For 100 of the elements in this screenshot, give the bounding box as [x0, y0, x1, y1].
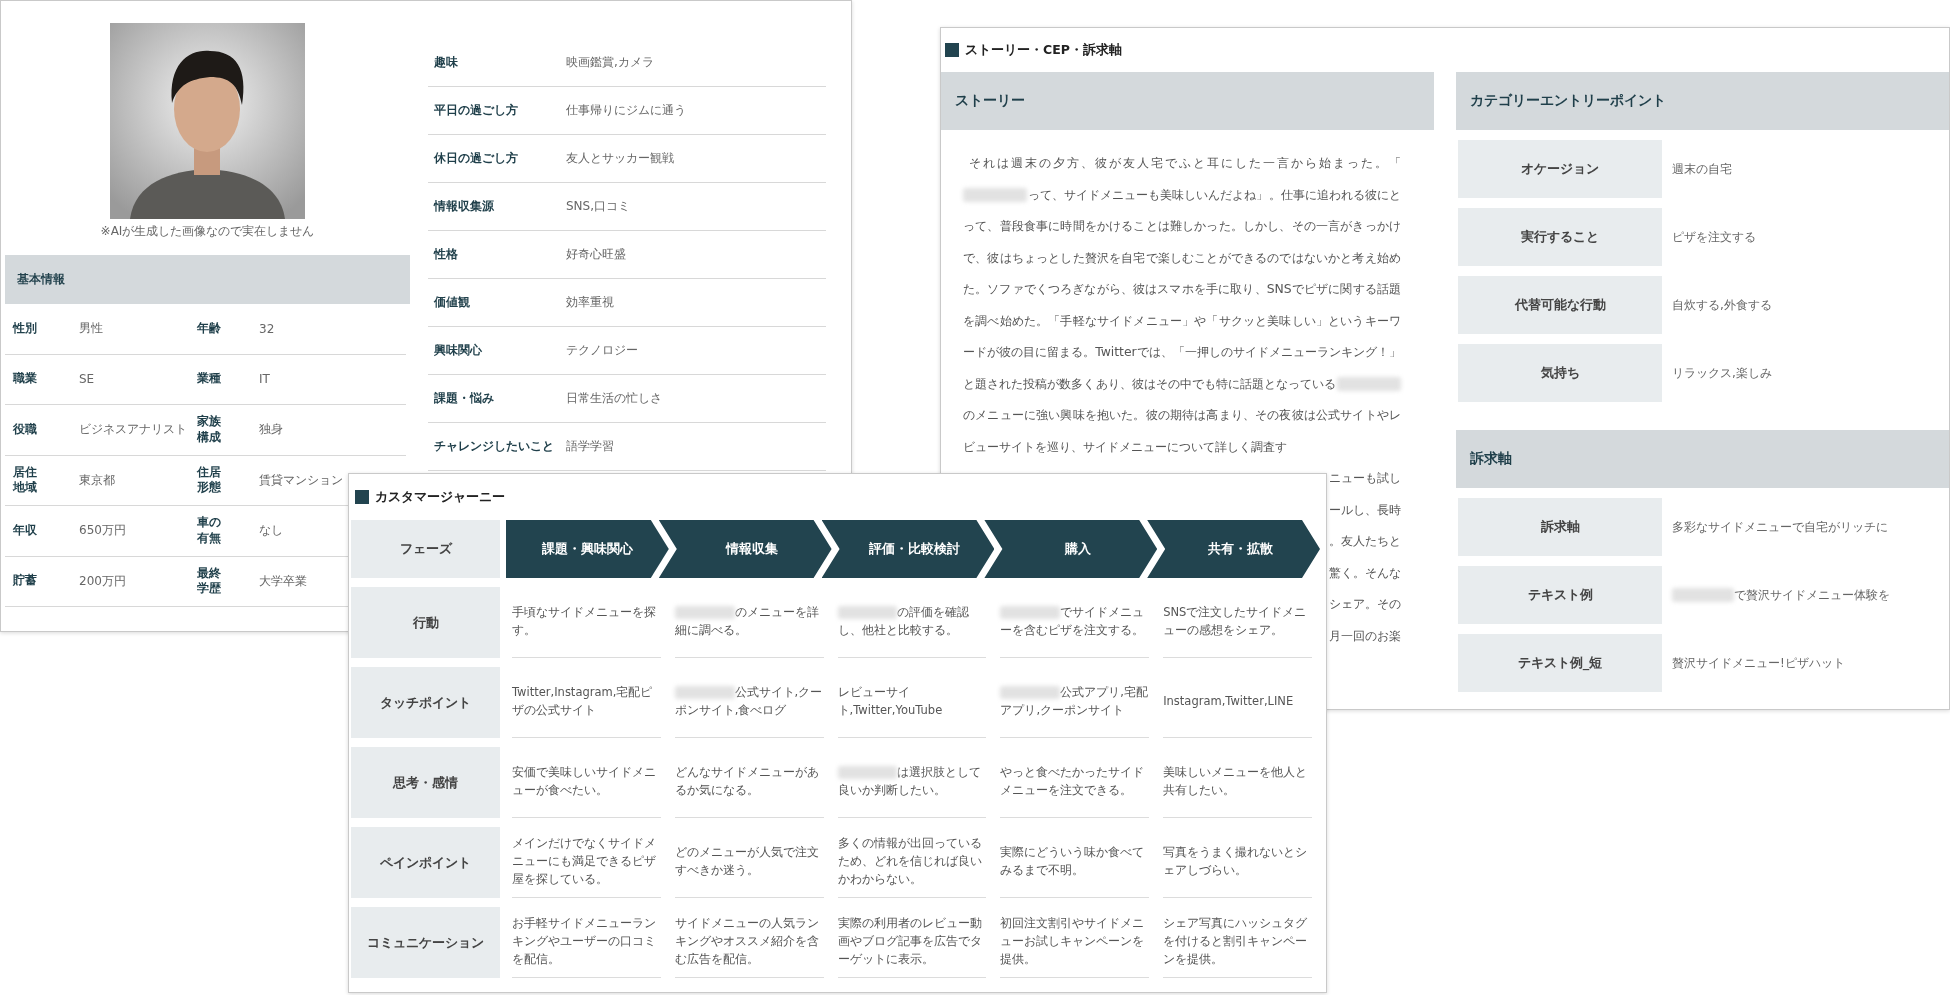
row-value: 週末の自宅 [1672, 160, 1732, 178]
row-label: フェーズ [351, 520, 500, 578]
table-cell-text: の評価を確認し、他社と比較する。 [837, 604, 971, 639]
field-value: 独身 [259, 421, 284, 439]
field-label: 性別 [13, 320, 38, 337]
phase-step: 購入 [984, 520, 1158, 578]
field-label: 家族構成 [197, 414, 222, 446]
field-label: 職業 [13, 371, 38, 388]
story-text-fragment: シェア。その [1329, 596, 1401, 611]
field-label: 居住地域 [13, 464, 38, 496]
field-value: SNS,口コミ [566, 198, 632, 215]
row-label: テキスト例 [1458, 566, 1662, 624]
field-label: 趣味 [434, 54, 459, 71]
row-label: テキスト例_短 [1458, 634, 1662, 692]
row-value: 多彩なサイドメニューで自宅がリッチに [1672, 518, 1888, 536]
table-cell-text: 安価で美味しいサイドメニューが食べたい。 [512, 764, 657, 799]
field-label: 課題・悩み [434, 390, 495, 407]
row-label: オケージョン [1458, 140, 1662, 198]
row-label: コミュニケーション [351, 907, 500, 978]
field-value: 男性 [79, 320, 104, 338]
field-label: チャレンジしたいこと [434, 438, 555, 455]
table-cell-text: 写真をうまく撮れないとシェアしづらい。 [1163, 844, 1309, 879]
field-value: 200万円 [79, 572, 127, 590]
table-cell-text: 美味しいメニューを他人と共有したい。 [1163, 764, 1309, 799]
section-title: 基本情報 [17, 272, 65, 287]
square-icon [355, 490, 369, 504]
row-label: 訴求軸 [1458, 498, 1662, 556]
field-label: 役職 [13, 421, 38, 438]
field-value: 効率重視 [566, 294, 615, 311]
field-label: 車の有無 [197, 515, 222, 547]
row-label: 思考・感情 [351, 747, 500, 818]
table-cell-text: のメニューを詳細に調べる。 [674, 604, 820, 639]
phase-step: 共有・拡散 [1147, 520, 1320, 578]
row-label: 行動 [351, 587, 500, 658]
phase-step: 評価・比較検討 [821, 520, 995, 578]
field-label: 最終学歴 [197, 565, 222, 597]
table-cell-text: どんなサイドメニューがあるか気になる。 [674, 764, 820, 799]
row-value: で贅沢サイドメニュー体験を [1672, 586, 1891, 604]
row-value: ピザを注文する [1672, 228, 1756, 246]
section-title: カテゴリーエントリーポイント [1470, 92, 1666, 110]
row-label: タッチポイント [351, 667, 500, 738]
table-cell-text: どのメニューが人気で注文すべきか迷う。 [674, 844, 820, 879]
row-value: リラックス,楽しみ [1672, 364, 1772, 382]
row-label: ペインポイント [351, 827, 500, 898]
field-label: 年収 [13, 522, 38, 539]
table-cell: Instagram,Twitter,LINE [1163, 693, 1294, 711]
field-value: 大学卒業 [259, 572, 308, 590]
field-label: 業種 [197, 371, 222, 388]
table-cell-text: お手軽サイドメニューランキングやユーザーの口コミを配信。 [512, 915, 657, 968]
story-text-fragment: 驚く。そんな [1329, 564, 1401, 580]
table-cell-text: シェア写真にハッシュタグを付けると割引キャンペーンを提供。 [1163, 915, 1309, 968]
table-cell-text: 多くの情報が出回っているため、どれを信じれば良いかわからない。 [837, 835, 983, 888]
field-value: なし [259, 522, 284, 540]
table-cell-text: メインだけでなくサイドメニューにも満足できるピザ屋を探している。 [512, 835, 657, 888]
table-cell-text: 実際の利用者のレビュー動画やブログ記事を広告でターゲットに表示。 [837, 915, 983, 968]
table-cell-text: Twitter,Instagram,宅配ピザの公式サイト [512, 684, 654, 719]
table-cell-text: 初回注文割引やサイドメニューお試しキャンペーンを提供。 [1000, 915, 1146, 968]
field-label: 情報収集源 [434, 198, 495, 215]
field-value: 好奇心旺盛 [566, 246, 627, 263]
photo-caption: ※AIが生成した画像なので実在しません [99, 223, 316, 240]
story-paragraph: それは週末の夕方、彼が友人宅でふと耳にした一言から始まった。「 って、サイドメニューも美味しいんだよね」。仕事に追われる彼にとって、普段食事に時間をかけることは難しかった。しかし、その一言がきっかけで、彼はちょっとした贅沢を自宅で楽しむことができるのではないかと考え始めた。ソファでくつろぎながら、彼はスマホを手に取り、SNSでピザに関する話題を調べ始めた。「手軽なサイドメニュー」や「サクッと美味しい」というキーワードが彼の目に留まる。Twitterでは、「一押しのサイドメニューランキング！」と題された投稿が数多くあり、彼はその中でも特に話題となっている のメニューに強い興味を抱いた。彼の期待は高まり、その夜彼は公式サイトやレビューサイトを巡り、サイドメニューについて詳しく調査す [963, 154, 1401, 456]
table-cell-text: やっと食べたかったサイドメニューを注文できる。 [1000, 764, 1146, 799]
table-cell-text: 手頃なサイドメニューを探す。 [512, 604, 657, 639]
row-value: 贅沢サイドメニュー!ピザハット [1672, 654, 1845, 672]
field-value: テクノロジー [566, 342, 639, 359]
field-value: ビジネスアナリスト [79, 421, 188, 439]
table-cell-text: SNSで注文したサイドメニューの感想をシェア。 [1163, 604, 1308, 639]
field-label: 住居形態 [197, 464, 222, 496]
field-value: 語学学習 [566, 438, 615, 455]
field-value: 32 [259, 321, 276, 336]
table-cell-text: 公式サイト,クーポンサイト,食べログ [674, 684, 824, 719]
field-value: IT [259, 372, 271, 387]
row-label: 実行すること [1458, 208, 1662, 266]
story-text-fragment: ールし、長時 [1329, 501, 1401, 517]
field-value: 映画鑑賞,カメラ [566, 54, 655, 71]
field-label: 性格 [434, 246, 459, 263]
section-title: ストーリー [955, 92, 1025, 110]
field-value: 賃貸マンション [259, 471, 344, 489]
square-icon [945, 43, 959, 57]
table-cell-text: でサイドメニューを含むピザを注文する。 [1000, 604, 1146, 639]
row-label: 気持ち [1458, 344, 1662, 402]
table-cell-text: サイドメニューの人気ランキングやオススメ紹介を含む広告を配信。 [674, 915, 820, 968]
field-value: 仕事帰りにジムに通う [566, 102, 687, 119]
story-text-fragment: 月一回のお楽 [1329, 627, 1401, 643]
row-value: 自炊する,外食する [1672, 296, 1772, 314]
field-label: 貯蓄 [13, 573, 38, 590]
field-value: 東京都 [79, 471, 116, 489]
table-cell-text: は選択肢として良いか判断したい。 [837, 764, 983, 799]
field-value: SE [79, 372, 96, 387]
sheet-title: カスタマージャーニー [375, 488, 505, 506]
phase-step: 課題・興味関心 [506, 520, 669, 578]
table-cell-text: レビューサイト,Twitter,YouTube [837, 684, 944, 719]
phase-step: 情報収集 [658, 520, 832, 578]
sheet-title: ストーリー・CEP・訴求軸 [965, 41, 1122, 59]
field-label: 休日の過ごし方 [434, 150, 519, 167]
field-label: 価値観 [434, 294, 471, 311]
field-value: 日常生活の忙しさ [566, 390, 663, 407]
field-value: 650万円 [79, 522, 127, 540]
field-label: 年齢 [197, 320, 222, 337]
story-text-fragment: 。友人たちと [1329, 533, 1401, 548]
